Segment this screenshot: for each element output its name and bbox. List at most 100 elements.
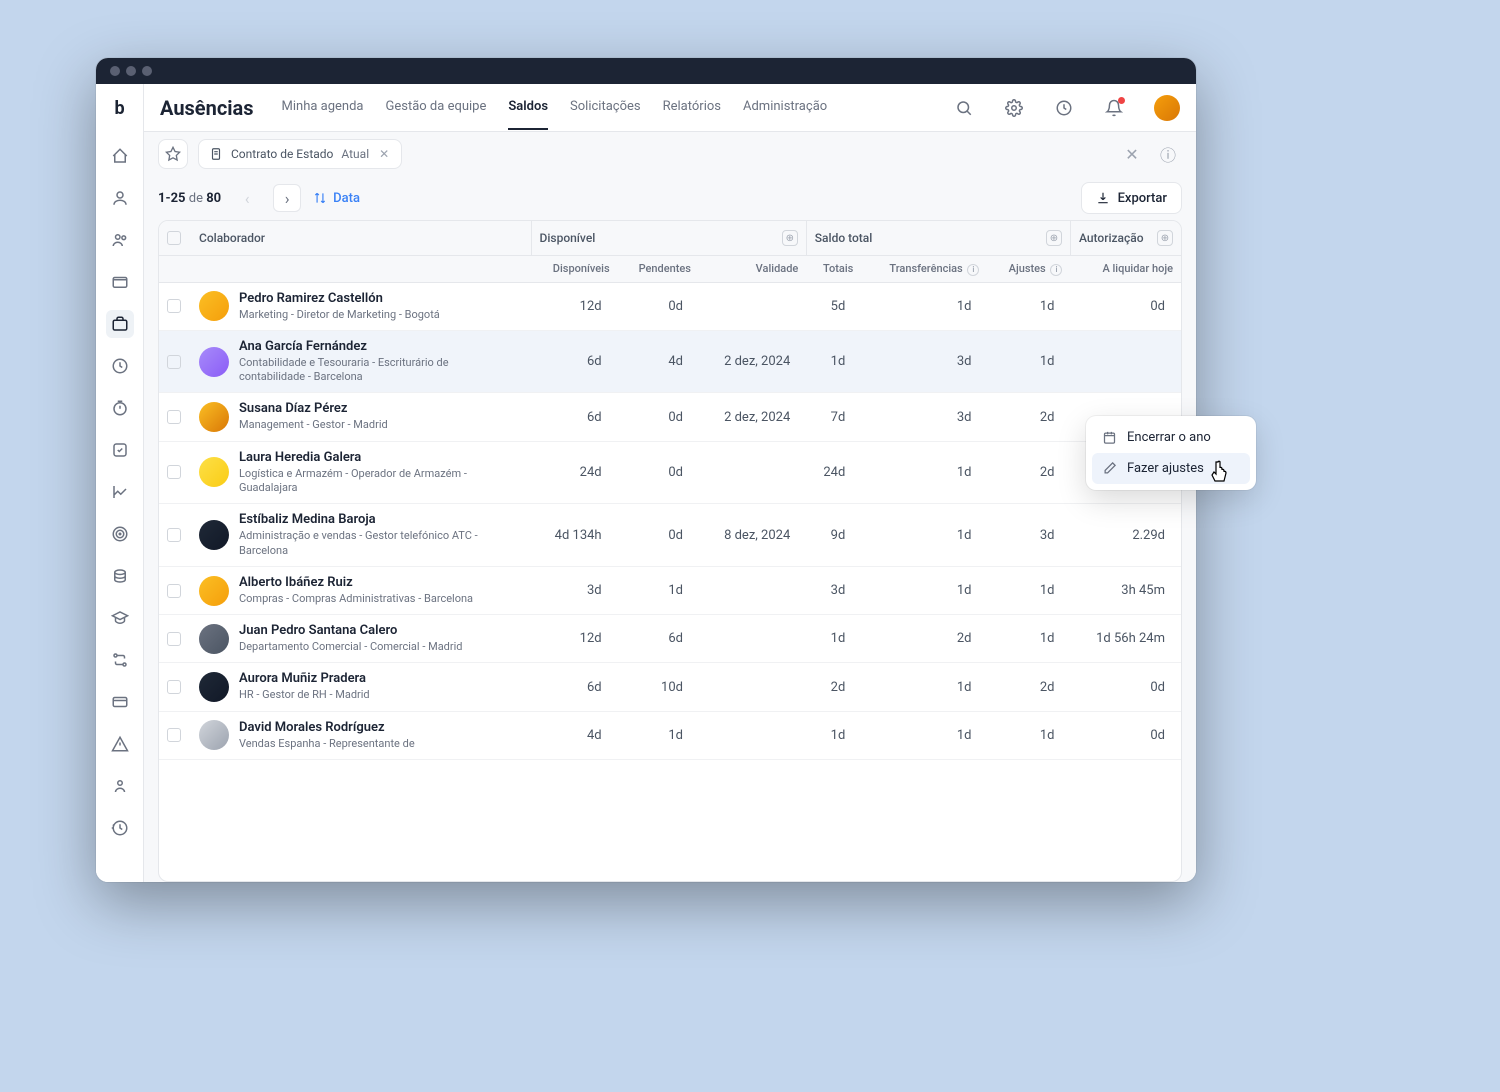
employee-name: Pedro Ramirez Castellón — [239, 291, 440, 306]
tab-requests[interactable]: Solicitações — [570, 85, 641, 130]
gear-icon[interactable] — [1000, 94, 1028, 122]
close-window-icon[interactable] — [110, 66, 120, 76]
pencil-icon — [1102, 461, 1117, 476]
table-row[interactable]: Juan Pedro Santana Calero Departamento C… — [159, 615, 1181, 663]
info-icon[interactable]: i — [1050, 264, 1062, 276]
expand-icon[interactable]: ⊕ — [782, 230, 798, 246]
cell-validity: 2 dez, 2024 — [699, 330, 806, 393]
graduation-icon[interactable] — [106, 604, 134, 632]
row-checkbox[interactable] — [167, 299, 181, 313]
clock-icon[interactable] — [106, 352, 134, 380]
info-icon[interactable]: ⓘ — [1154, 140, 1182, 168]
target-icon[interactable] — [106, 520, 134, 548]
route-icon[interactable] — [106, 646, 134, 674]
employee-role: Vendas Espanha - Representante de — [239, 737, 415, 751]
cell-available: 12d — [531, 615, 618, 663]
cell-transfers: 3d — [861, 330, 987, 393]
app-logo[interactable]: b — [108, 96, 132, 120]
row-checkbox[interactable] — [167, 528, 181, 542]
column-authorization[interactable]: Autorização⊕ — [1070, 221, 1181, 256]
tab-reports[interactable]: Relatórios — [663, 85, 721, 130]
home-icon[interactable] — [106, 142, 134, 170]
clear-filter-icon[interactable]: ✕ — [1118, 140, 1146, 168]
table-row[interactable]: David Morales Rodríguez Vendas Espanha -… — [159, 711, 1181, 759]
favorite-button[interactable] — [158, 139, 188, 169]
cell-available: 6d — [531, 330, 618, 393]
table-row[interactable]: Laura Heredia Galera Logística e Armazém… — [159, 441, 1181, 504]
cell-settle: 0d — [1070, 663, 1181, 711]
table-row[interactable]: Aurora Muñiz Pradera HR - Gestor de RH -… — [159, 663, 1181, 711]
cell-available: 6d — [531, 393, 618, 441]
alert-icon[interactable] — [106, 730, 134, 758]
employee-role: Compras - Compras Administrativas - Barc… — [239, 592, 473, 606]
table-row[interactable]: Estíbaliz Medina Baroja Administração e … — [159, 504, 1181, 567]
employee-avatar — [199, 457, 229, 487]
user-icon[interactable] — [106, 184, 134, 212]
filter-bar: Contrato de Estado Atual ✕ ✕ ⓘ — [144, 132, 1196, 176]
cell-adjustments: 1d — [987, 566, 1070, 614]
briefcase-icon[interactable] — [106, 310, 134, 338]
row-checkbox[interactable] — [167, 728, 181, 742]
menu-make-adjustments[interactable]: Fazer ajustes — [1092, 453, 1250, 484]
notification-dot — [1118, 97, 1125, 104]
table-row[interactable]: Alberto Ibáñez Ruiz Compras - Compras Ad… — [159, 566, 1181, 614]
info-icon[interactable]: i — [967, 264, 979, 276]
card-icon[interactable] — [106, 688, 134, 716]
expand-icon[interactable]: ⊕ — [1157, 230, 1173, 246]
users-icon[interactable] — [106, 226, 134, 254]
filter-chip[interactable]: Contrato de Estado Atual ✕ — [198, 139, 402, 169]
column-employee[interactable]: Colaborador — [191, 221, 531, 256]
timer-icon[interactable] — [106, 394, 134, 422]
folder-icon[interactable] — [106, 268, 134, 296]
expand-icon[interactable]: ⊕ — [1046, 230, 1062, 246]
maximize-window-icon[interactable] — [142, 66, 152, 76]
employee-role: Departamento Comercial - Comercial - Mad… — [239, 640, 463, 654]
tab-team-management[interactable]: Gestão da equipe — [386, 85, 487, 130]
cell-totals: 2d — [806, 663, 861, 711]
cell-pending: 10d — [618, 663, 699, 711]
next-page-button[interactable]: › — [273, 184, 301, 212]
row-checkbox[interactable] — [167, 410, 181, 424]
sort-button[interactable]: Data — [313, 191, 360, 206]
table-row[interactable]: Susana Díaz Pérez Management - Gestor - … — [159, 393, 1181, 441]
menu-close-year[interactable]: Encerrar o ano — [1092, 422, 1250, 453]
row-checkbox[interactable] — [167, 465, 181, 479]
cell-adjustments: 2d — [987, 663, 1070, 711]
column-available[interactable]: Disponível⊕ — [531, 221, 806, 256]
employee-avatar — [199, 520, 229, 550]
cell-pending: 0d — [618, 504, 699, 567]
check-icon[interactable] — [106, 436, 134, 464]
bell-icon[interactable] — [1100, 94, 1128, 122]
row-checkbox[interactable] — [167, 355, 181, 369]
minimize-window-icon[interactable] — [126, 66, 136, 76]
money-icon[interactable] — [106, 562, 134, 590]
chart-icon[interactable] — [106, 478, 134, 506]
user-avatar[interactable] — [1154, 95, 1180, 121]
tab-my-agenda[interactable]: Minha agenda — [282, 85, 364, 130]
tab-balances[interactable]: Saldos — [508, 85, 548, 130]
page-title: Ausências — [160, 96, 254, 120]
close-icon[interactable]: ✕ — [377, 147, 391, 161]
cell-available: 24d — [531, 441, 618, 504]
sort-icon — [313, 191, 327, 205]
person-icon[interactable] — [106, 772, 134, 800]
history-icon[interactable] — [106, 814, 134, 842]
search-icon[interactable] — [950, 94, 978, 122]
cell-pending: 1d — [618, 711, 699, 759]
cell-validity — [699, 566, 806, 614]
export-button[interactable]: Exportar — [1081, 182, 1182, 214]
column-total-balance[interactable]: Saldo total⊕ — [806, 221, 1070, 256]
row-checkbox[interactable] — [167, 680, 181, 694]
row-checkbox[interactable] — [167, 584, 181, 598]
employee-name: David Morales Rodríguez — [239, 720, 415, 735]
help-icon[interactable] — [1050, 94, 1078, 122]
select-all-checkbox[interactable] — [167, 231, 181, 245]
cell-pending: 1d — [618, 566, 699, 614]
row-checkbox[interactable] — [167, 632, 181, 646]
tab-administration[interactable]: Administração — [743, 85, 827, 130]
table-row[interactable]: Ana García Fernández Contabilidade e Tes… — [159, 330, 1181, 393]
cell-transfers: 1d — [861, 566, 987, 614]
employee-avatar — [199, 576, 229, 606]
table-row[interactable]: Pedro Ramirez Castellón Marketing - Dire… — [159, 282, 1181, 330]
subcolumn-validity: Validade — [699, 256, 806, 283]
